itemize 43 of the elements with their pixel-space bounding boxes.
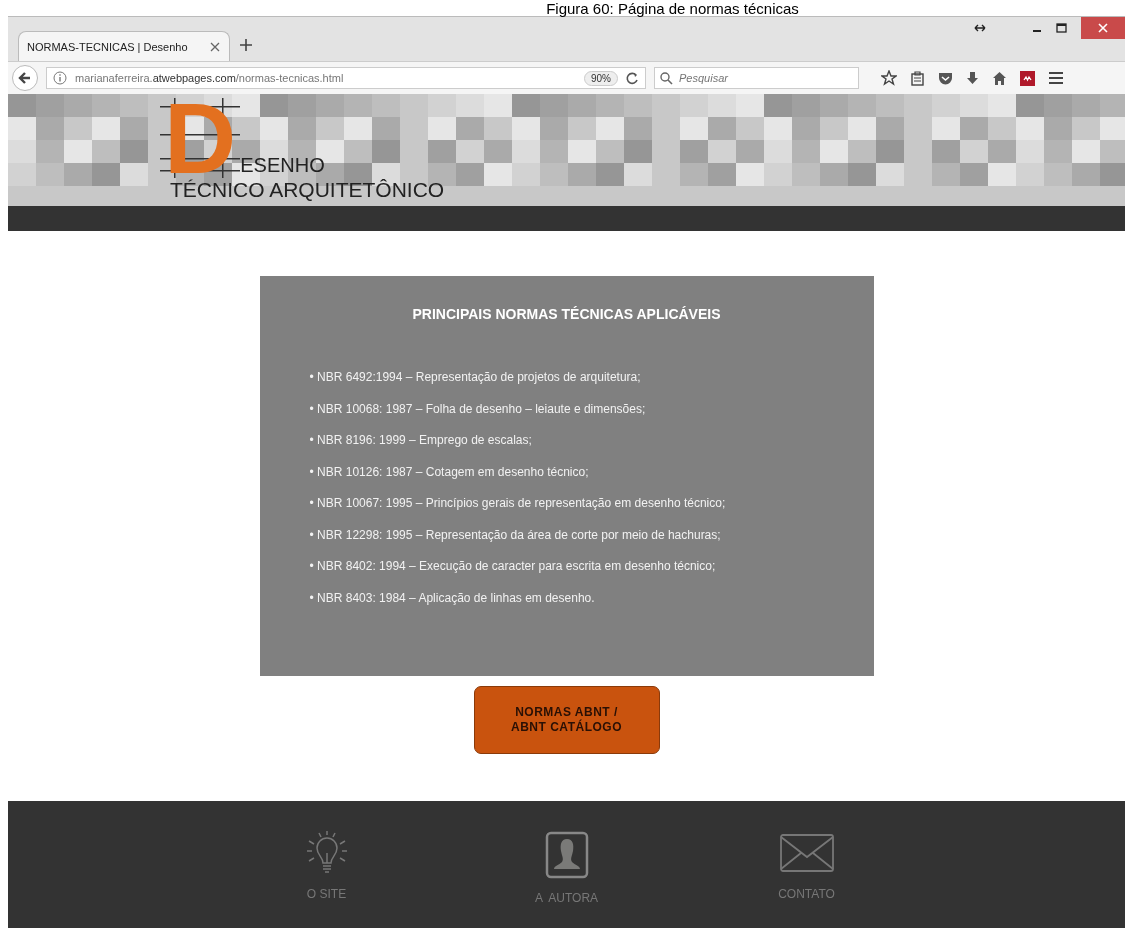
- plus-icon[interactable]: [240, 39, 252, 51]
- norm-item: • NBR 12298: 1995 – Representação da área de corte por meio de hachuras;: [309, 527, 722, 542]
- star-icon[interactable]: [881, 70, 897, 86]
- clipboard-icon[interactable]: [910, 70, 925, 86]
- shield-icon[interactable]: [938, 70, 953, 86]
- url-text: marianaferreira.atwebpages.com/normas-tecnicas.html: [75, 72, 345, 84]
- norm-item: • NBR 6492:1994 – Representação de projetos de arquitetura;: [309, 370, 642, 384]
- maximize-icon[interactable]: [1056, 23, 1067, 33]
- lightbulb-icon: [304, 831, 349, 875]
- logo-subtitle: TÉCNICO ARQUITETÔNICO: [170, 178, 445, 202]
- envelope-icon: [778, 831, 835, 875]
- footer-link[interactable]: A AUTORA: [521, 831, 612, 928]
- home-icon[interactable]: [992, 70, 1007, 86]
- logo-text: ESENHO: [240, 154, 325, 176]
- menu-icon[interactable]: [1048, 70, 1064, 86]
- resize-icon[interactable]: [974, 24, 986, 32]
- close-icon[interactable]: [209, 40, 221, 53]
- search-icon: [660, 72, 673, 85]
- window-close-button[interactable]: [1081, 17, 1125, 39]
- norm-item: • NBR 8402: 1994 – Execução de caracter para escrita em desenho técnico;: [309, 559, 717, 573]
- address-bar[interactable]: marianaferreira.atwebpages.com/normas-tecnicas.html 90%: [46, 67, 646, 89]
- footer-link[interactable]: CONTATO: [761, 831, 852, 928]
- panel-title: PRINCIPAIS NORMAS TÉCNICAS APLICÁVEIS: [411, 306, 722, 322]
- person-silhouette-icon: [544, 831, 589, 879]
- abnt-catalog-button[interactable]: NORMAS ABNT / ABNT CATÁLOGO: [473, 686, 660, 754]
- browser-tab[interactable]: NORMAS-TECNICAS | Desenho: [18, 31, 230, 61]
- norm-item: • NBR 10068: 1987 – Folha de desenho – leiaute e dimensões;: [309, 401, 647, 416]
- norm-item: • NBR 8196: 1999 – Emprego de escalas;: [309, 433, 533, 447]
- close-icon: [1098, 23, 1108, 33]
- tab-title: NORMAS-TECNICAS | Desenho: [27, 40, 188, 53]
- footer-link[interactable]: O SITE: [281, 831, 372, 928]
- norm-item: • NBR 8403: 1984 – Aplicação de linhas em desenho.: [309, 590, 596, 605]
- extension-icon[interactable]: [1020, 70, 1035, 86]
- zoom-level[interactable]: 90%: [584, 70, 618, 86]
- back-arrow-icon: [18, 71, 32, 85]
- norm-item: • NBR 10126: 1987 – Cotagem em desenho técnico;: [309, 464, 590, 479]
- norm-item: • NBR 10067: 1995 – Princípios gerais de representação em desenho técnico;: [309, 496, 727, 510]
- figure-caption: Figura 60: Página de normas técnicas: [546, 0, 799, 17]
- info-icon[interactable]: [53, 71, 67, 85]
- reload-icon[interactable]: [626, 71, 639, 85]
- search-field[interactable]: Pesquisar: [654, 67, 859, 89]
- download-icon[interactable]: [966, 71, 979, 85]
- back-button[interactable]: [12, 65, 38, 91]
